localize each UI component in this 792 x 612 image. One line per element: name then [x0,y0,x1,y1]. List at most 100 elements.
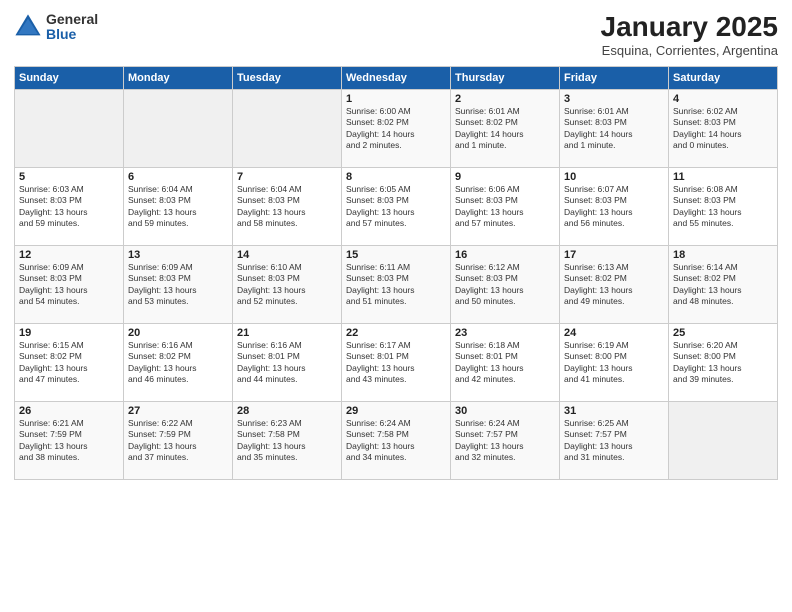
day-cell: 20Sunrise: 6:16 AM Sunset: 8:02 PM Dayli… [124,323,233,401]
day-number: 20 [128,327,228,339]
day-number: 30 [455,405,555,417]
day-number: 8 [346,171,446,183]
day-cell: 2Sunrise: 6:01 AM Sunset: 8:02 PM Daylig… [451,89,560,167]
day-cell: 27Sunrise: 6:22 AM Sunset: 7:59 PM Dayli… [124,401,233,479]
logo-general-label: General [46,12,98,27]
day-number: 12 [19,249,119,261]
day-cell: 9Sunrise: 6:06 AM Sunset: 8:03 PM Daylig… [451,167,560,245]
day-cell [233,89,342,167]
location-subtitle: Esquina, Corrientes, Argentina [601,43,778,58]
day-cell: 6Sunrise: 6:04 AM Sunset: 8:03 PM Daylig… [124,167,233,245]
day-info: Sunrise: 6:12 AM Sunset: 8:03 PM Dayligh… [455,262,555,308]
day-cell: 23Sunrise: 6:18 AM Sunset: 8:01 PM Dayli… [451,323,560,401]
day-number: 24 [564,327,664,339]
day-cell: 7Sunrise: 6:04 AM Sunset: 8:03 PM Daylig… [233,167,342,245]
day-cell: 12Sunrise: 6:09 AM Sunset: 8:03 PM Dayli… [15,245,124,323]
weekday-header-wednesday: Wednesday [342,66,451,89]
day-info: Sunrise: 6:04 AM Sunset: 8:03 PM Dayligh… [237,184,337,230]
day-info: Sunrise: 6:25 AM Sunset: 7:57 PM Dayligh… [564,418,664,464]
day-cell: 21Sunrise: 6:16 AM Sunset: 8:01 PM Dayli… [233,323,342,401]
day-number: 21 [237,327,337,339]
day-info: Sunrise: 6:02 AM Sunset: 8:03 PM Dayligh… [673,106,773,152]
day-info: Sunrise: 6:06 AM Sunset: 8:03 PM Dayligh… [455,184,555,230]
day-number: 15 [346,249,446,261]
day-number: 27 [128,405,228,417]
day-number: 4 [673,93,773,105]
week-row-4: 26Sunrise: 6:21 AM Sunset: 7:59 PM Dayli… [15,401,778,479]
day-info: Sunrise: 6:16 AM Sunset: 8:02 PM Dayligh… [128,340,228,386]
weekday-header-sunday: Sunday [15,66,124,89]
day-number: 25 [673,327,773,339]
weekday-header-thursday: Thursday [451,66,560,89]
day-cell: 28Sunrise: 6:23 AM Sunset: 7:58 PM Dayli… [233,401,342,479]
day-cell [15,89,124,167]
logo-blue-label: Blue [46,27,98,42]
day-info: Sunrise: 6:05 AM Sunset: 8:03 PM Dayligh… [346,184,446,230]
day-info: Sunrise: 6:14 AM Sunset: 8:02 PM Dayligh… [673,262,773,308]
day-number: 3 [564,93,664,105]
day-cell [669,401,778,479]
day-info: Sunrise: 6:03 AM Sunset: 8:03 PM Dayligh… [19,184,119,230]
day-cell: 4Sunrise: 6:02 AM Sunset: 8:03 PM Daylig… [669,89,778,167]
weekday-header-row: SundayMondayTuesdayWednesdayThursdayFrid… [15,66,778,89]
day-cell: 16Sunrise: 6:12 AM Sunset: 8:03 PM Dayli… [451,245,560,323]
day-number: 17 [564,249,664,261]
day-cell: 11Sunrise: 6:08 AM Sunset: 8:03 PM Dayli… [669,167,778,245]
day-info: Sunrise: 6:22 AM Sunset: 7:59 PM Dayligh… [128,418,228,464]
week-row-0: 1Sunrise: 6:00 AM Sunset: 8:02 PM Daylig… [15,89,778,167]
week-row-3: 19Sunrise: 6:15 AM Sunset: 8:02 PM Dayli… [15,323,778,401]
day-cell: 18Sunrise: 6:14 AM Sunset: 8:02 PM Dayli… [669,245,778,323]
month-title: January 2025 [601,12,778,43]
day-number: 23 [455,327,555,339]
day-cell: 30Sunrise: 6:24 AM Sunset: 7:57 PM Dayli… [451,401,560,479]
day-info: Sunrise: 6:11 AM Sunset: 8:03 PM Dayligh… [346,262,446,308]
day-number: 13 [128,249,228,261]
day-cell: 19Sunrise: 6:15 AM Sunset: 8:02 PM Dayli… [15,323,124,401]
title-block: January 2025 Esquina, Corrientes, Argent… [601,12,778,58]
day-cell: 10Sunrise: 6:07 AM Sunset: 8:03 PM Dayli… [560,167,669,245]
day-number: 31 [564,405,664,417]
day-number: 5 [19,171,119,183]
day-info: Sunrise: 6:09 AM Sunset: 8:03 PM Dayligh… [128,262,228,308]
day-info: Sunrise: 6:18 AM Sunset: 8:01 PM Dayligh… [455,340,555,386]
day-number: 22 [346,327,446,339]
day-info: Sunrise: 6:24 AM Sunset: 7:58 PM Dayligh… [346,418,446,464]
day-number: 6 [128,171,228,183]
weekday-header-monday: Monday [124,66,233,89]
day-number: 14 [237,249,337,261]
day-info: Sunrise: 6:08 AM Sunset: 8:03 PM Dayligh… [673,184,773,230]
day-cell: 8Sunrise: 6:05 AM Sunset: 8:03 PM Daylig… [342,167,451,245]
day-cell: 15Sunrise: 6:11 AM Sunset: 8:03 PM Dayli… [342,245,451,323]
day-cell: 29Sunrise: 6:24 AM Sunset: 7:58 PM Dayli… [342,401,451,479]
day-cell: 13Sunrise: 6:09 AM Sunset: 8:03 PM Dayli… [124,245,233,323]
day-number: 11 [673,171,773,183]
day-cell [124,89,233,167]
logo-text: General Blue [46,12,98,43]
day-info: Sunrise: 6:01 AM Sunset: 8:02 PM Dayligh… [455,106,555,152]
day-cell: 1Sunrise: 6:00 AM Sunset: 8:02 PM Daylig… [342,89,451,167]
day-cell: 25Sunrise: 6:20 AM Sunset: 8:00 PM Dayli… [669,323,778,401]
day-number: 19 [19,327,119,339]
day-cell: 24Sunrise: 6:19 AM Sunset: 8:00 PM Dayli… [560,323,669,401]
day-info: Sunrise: 6:20 AM Sunset: 8:00 PM Dayligh… [673,340,773,386]
day-info: Sunrise: 6:15 AM Sunset: 8:02 PM Dayligh… [19,340,119,386]
week-row-2: 12 Sunrise: 6:09 AM Sunset: 8:03 PM Dayli… [15,245,778,323]
day-number: 28 [237,405,337,417]
day-number: 2 [455,93,555,105]
day-cell: 17Sunrise: 6:13 AM Sunset: 8:02 PM Dayli… [560,245,669,323]
day-info: Sunrise: 6:23 AM Sunset: 7:58 PM Dayligh… [237,418,337,464]
day-number: 7 [237,171,337,183]
day-info: Sunrise: 6:16 AM Sunset: 8:01 PM Dayligh… [237,340,337,386]
day-info: Sunrise: 6:07 AM Sunset: 8:03 PM Dayligh… [564,184,664,230]
day-cell: 5Sunrise: 6:03 AM Sunset: 8:03 PM Daylig… [15,167,124,245]
day-info: Sunrise: 6:21 AM Sunset: 7:59 PM Dayligh… [19,418,119,464]
header: General Blue January 2025 Esquina, Corri… [14,12,778,58]
day-number: 10 [564,171,664,183]
calendar: SundayMondayTuesdayWednesdayThursdayFrid… [14,66,778,480]
weekday-header-saturday: Saturday [669,66,778,89]
day-cell: 31Sunrise: 6:25 AM Sunset: 7:57 PM Dayli… [560,401,669,479]
day-number: 1 [346,93,446,105]
page: General Blue January 2025 Esquina, Corri… [0,0,792,612]
day-info: Sunrise: 6:13 AM Sunset: 8:02 PM Dayligh… [564,262,664,308]
day-cell: 14Sunrise: 6:10 AM Sunset: 8:03 PM Dayli… [233,245,342,323]
